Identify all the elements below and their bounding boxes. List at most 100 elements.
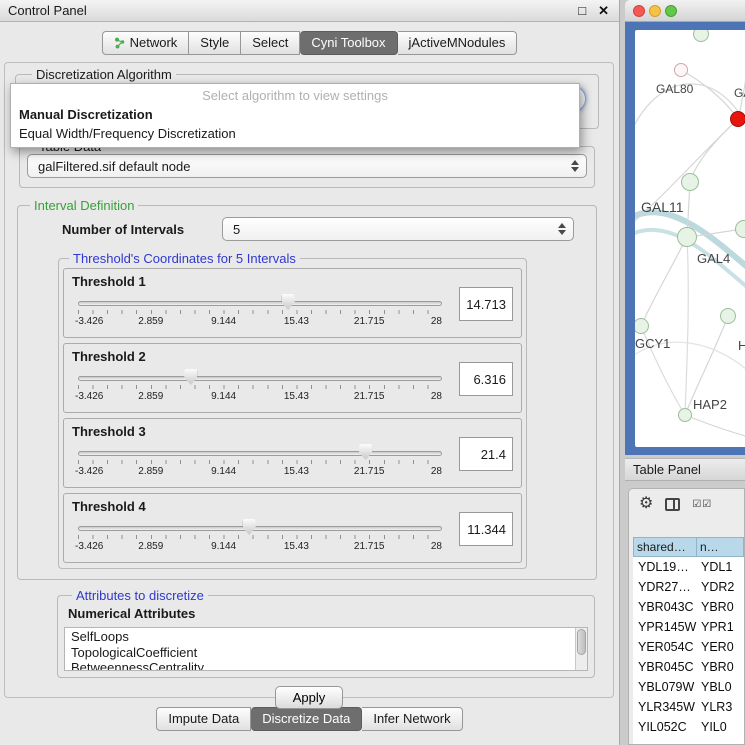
list-scrollbar[interactable] [575,628,587,670]
threshold-value-field[interactable]: 14.713 [459,287,513,321]
minimize-icon[interactable] [649,5,661,17]
columns-icon[interactable] [665,498,680,511]
algorithm-placeholder-option[interactable]: Select algorithm to view settings [11,84,579,105]
threshold-slider[interactable]: -3.4262.8599.14415.4321.71528 [78,443,442,483]
column-header-shared-name[interactable]: shared… [633,537,697,557]
table-panel-titlebar[interactable]: Table Panel [625,458,745,481]
slider-track [78,301,442,306]
list-item[interactable]: SelfLoops [71,629,573,645]
gear-icon[interactable]: ⚙ [639,496,653,512]
network-node[interactable] [681,173,699,191]
slider-thumb[interactable] [282,294,295,310]
scale-tick-label: 2.859 [138,541,163,552]
numerical-attributes-list[interactable]: SelfLoopsTopologicalCoefficientBetweenne… [64,627,588,671]
cell-name: YER0 [697,640,744,654]
column-header-name[interactable]: n… [697,537,744,557]
tab-jactivemnodules[interactable]: jActiveMNodules [398,31,518,55]
cell-name: YDL1 [697,560,744,574]
threshold-slider[interactable]: -3.4262.8599.14415.4321.71528 [78,518,442,558]
slider-thumb[interactable] [359,444,372,460]
scale-tick-label: 2.859 [138,466,163,477]
number-of-intervals-label: Number of Intervals [62,222,222,237]
table-row[interactable]: YBR045CYBR0 [633,657,744,677]
slider-track [78,451,442,456]
table-data-select[interactable]: galFiltered.sif default node [27,154,587,178]
slider-scale: -3.4262.8599.14415.4321.71528 [78,466,442,477]
tab-label: Discretize Data [262,711,350,726]
node-label-gcy1: GCY1 [635,336,670,351]
table-body: YDL19…YDL1YDR27…YDR2YBR043CYBR0YPR145WYP… [633,557,744,737]
tab-network[interactable]: Network [102,31,190,55]
tab-style[interactable]: Style [189,31,241,55]
table-row[interactable]: YBR043CYBR0 [633,597,744,617]
scale-tick-label: 9.144 [211,541,236,552]
algorithm-option-manual-discretization[interactable]: Manual Discretization [11,105,579,124]
list-item[interactable]: TopologicalCoefficient [71,645,573,661]
float-window-icon[interactable]: □ [578,3,586,19]
scale-tick-label: 28 [431,391,442,402]
network-node[interactable] [677,227,697,247]
network-canvas[interactable]: GAL80GAGAL11GAL4GCY1HHAP2 [635,30,745,447]
table-row[interactable]: YLR345WYLR3 [633,697,744,717]
attribute-items: SelfLoopsTopologicalCoefficientBetweenne… [71,629,573,671]
node-table: shared…n… YDL19…YDL1YDR27…YDR2YBR043CYBR… [633,537,744,744]
slider-thumb[interactable] [184,369,197,385]
close-window-icon[interactable]: ✕ [598,3,609,19]
cell-name: YBL0 [697,680,744,694]
tab-select[interactable]: Select [241,31,300,55]
cell-name: YBR0 [697,660,744,674]
network-node[interactable] [678,408,692,422]
apply-button[interactable]: Apply [275,686,343,709]
table-header-row: shared…n… [633,537,744,557]
network-node[interactable] [720,308,736,324]
cell-shared-name: YBL079W [633,680,697,694]
zoom-icon[interactable] [665,5,677,17]
bottom-tab-infer-network[interactable]: Infer Network [362,707,462,731]
stepper-arrows-icon [571,160,579,172]
cell-shared-name: YBR043C [633,600,697,614]
threshold-slider[interactable]: -3.4262.8599.14415.4321.71528 [78,293,442,333]
table-row[interactable]: YIL052CYIL0 [633,717,744,737]
network-node-selected[interactable] [730,111,745,127]
slider-track [78,526,442,531]
control-panel-titlebar[interactable]: Control Panel □ ✕ [0,0,619,22]
bottom-tab-impute-data[interactable]: Impute Data [156,707,251,731]
scale-tick-label: 2.859 [138,316,163,327]
scrollbar-thumb[interactable] [577,629,586,655]
slider-ticks [78,310,442,314]
network-node[interactable] [674,63,688,77]
threshold-value-field[interactable]: 6.316 [459,362,513,396]
discretization-algorithm-label: Discretization Algorithm [32,67,176,82]
bottom-tab-discretize-data[interactable]: Discretize Data [251,707,362,731]
node-label-h: H [738,338,745,353]
close-icon[interactable] [633,5,645,17]
number-of-intervals-select[interactable]: 5 [222,217,574,241]
scale-tick-label: 9.144 [211,316,236,327]
table-row[interactable]: YBL079WYBL0 [633,677,744,697]
threshold-slider[interactable]: -3.4262.8599.14415.4321.71528 [78,368,442,408]
tab-cyni-toolbox[interactable]: Cyni Toolbox [300,31,397,55]
network-window-titlebar[interactable] [625,0,745,22]
number-of-intervals-row: Number of Intervals 5 [62,217,586,241]
node-label-ga: GA [734,86,745,100]
scale-tick-label: -3.426 [75,391,103,402]
cell-name: YLR3 [697,700,744,714]
interval-definition-group: Interval Definition Number of Intervals … [17,198,597,580]
stepper-arrows-icon [558,223,566,235]
slider-thumb[interactable] [243,519,256,535]
table-row[interactable]: YER054CYER0 [633,637,744,657]
cyni-toolbox-panel: Discretization Algorithm Select algorith… [4,62,614,698]
table-row[interactable]: YDR27…YDR2 [633,577,744,597]
table-row[interactable]: YDL19…YDL1 [633,557,744,577]
algorithm-option-equal-width-frequency-discretization[interactable]: Equal Width/Frequency Discretization [11,124,579,143]
cell-name: YPR1 [697,620,744,634]
scale-tick-label: 21.715 [354,466,385,477]
select-columns-icon[interactable]: ☑☑ [692,499,712,510]
list-item[interactable]: BetweennessCentrality [71,660,573,671]
node-label-gal11: GAL11 [641,199,684,215]
threshold-label: Threshold 1 [72,274,513,289]
threshold-value-field[interactable]: 11.344 [459,512,513,546]
table-row[interactable]: YPR145WYPR1 [633,617,744,637]
network-icon [114,37,125,49]
threshold-value-field[interactable]: 21.4 [459,437,513,471]
